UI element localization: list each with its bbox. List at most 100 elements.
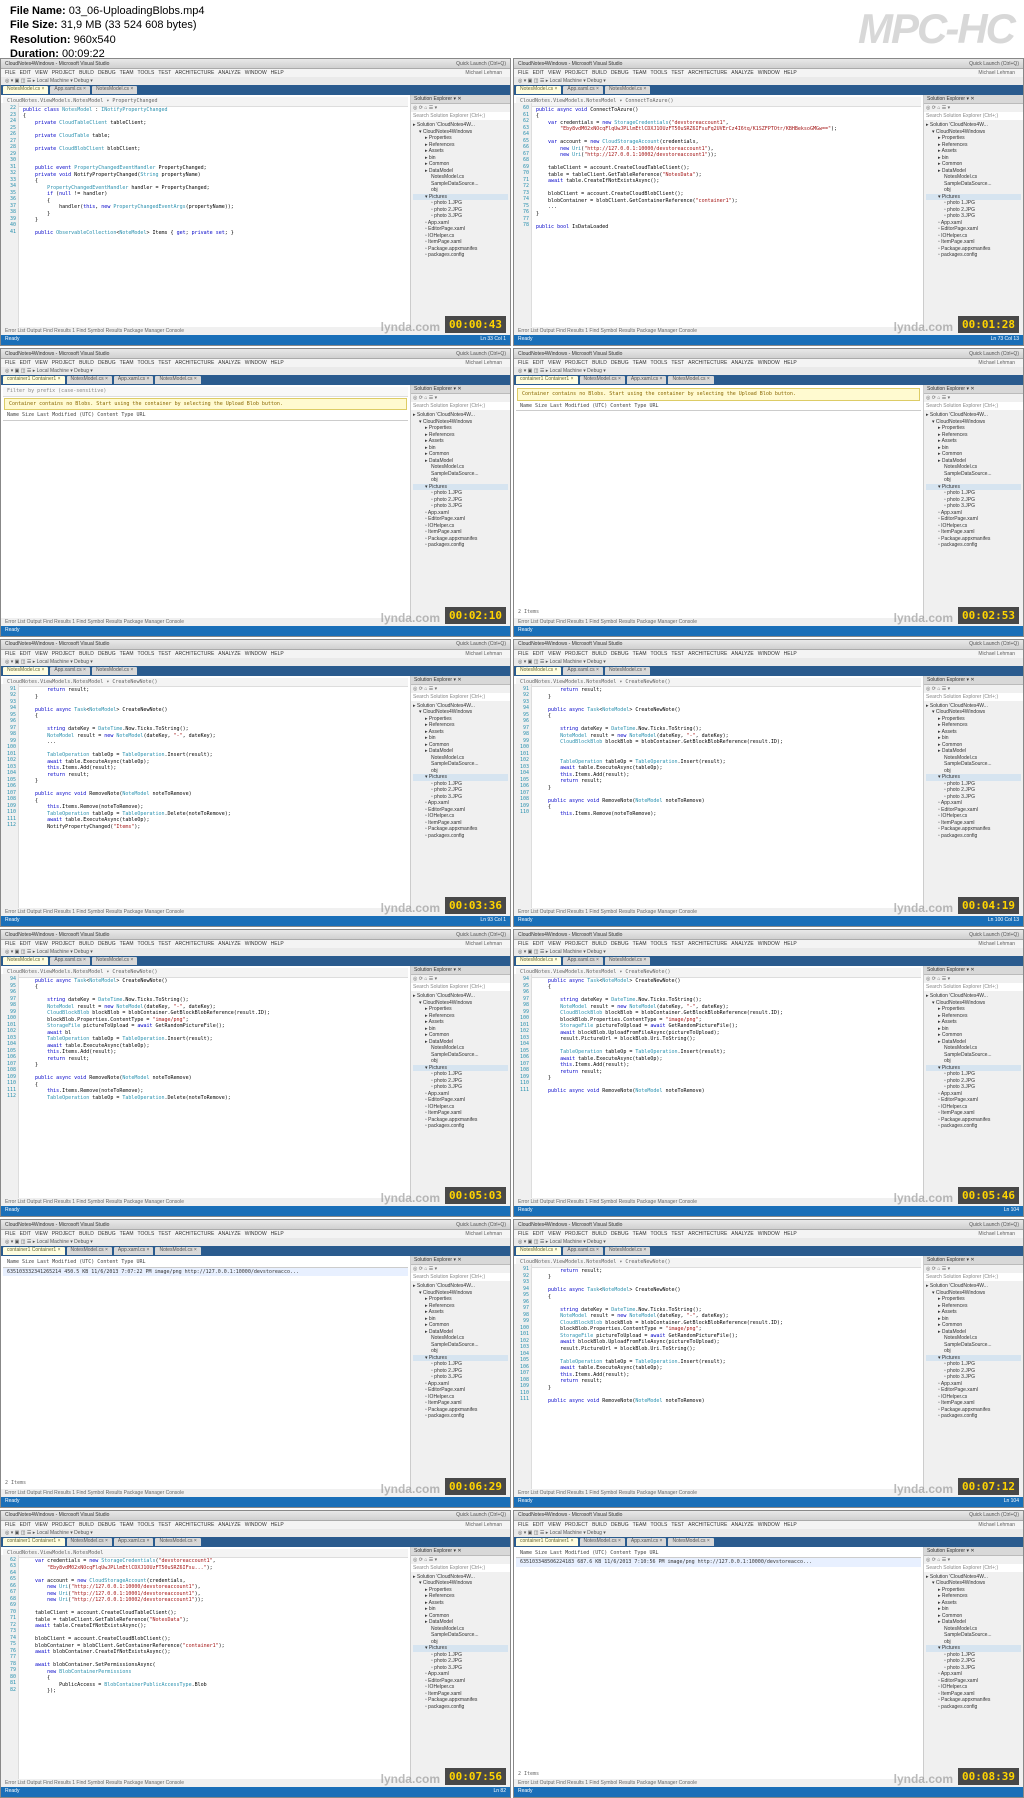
menu-item[interactable]: DEBUG <box>98 70 116 76</box>
menu-item[interactable]: VIEW <box>548 70 561 76</box>
menu-item[interactable]: DEBUG <box>611 70 629 76</box>
solex-search[interactable]: Search Solution Explorer (Ctrl+;) <box>924 1273 1023 1281</box>
solex-toolbar[interactable]: ◎ ⟳ ⌂ ☰ ▾ <box>924 1265 1023 1273</box>
toolbar[interactable]: ◎ ▾ ▣ ◫ ☰ ▸ Local Machine ▾ Debug ▾ <box>1 948 510 956</box>
editor-tab[interactable]: App.xaml.cs × <box>627 1538 667 1546</box>
menubar[interactable]: FILEEDITVIEWPROJECTBUILDDEBUGTEAMTOOLSTE… <box>1 69 510 77</box>
editor-tab[interactable]: NotesModel.cs × <box>605 957 650 965</box>
solex-toolbar[interactable]: ◎ ⟳ ⌂ ☰ ▾ <box>411 685 510 693</box>
editor-tab[interactable]: NotesModel.cs × <box>3 957 48 965</box>
tab-strip[interactable]: NotesModel.cs ×App.xaml.cs ×NotesModel.c… <box>1 666 510 676</box>
menu-item[interactable]: BUILD <box>592 941 607 947</box>
menu-item[interactable]: ARCHITECTURE <box>688 1231 727 1237</box>
menu-item[interactable]: WINDOW <box>758 1522 780 1528</box>
code-content[interactable]: public async Task<NoteModel> CreateNewNo… <box>23 978 408 1102</box>
editor-tab[interactable]: container1 Container1 × <box>3 376 65 384</box>
solex-search[interactable]: Search Solution Explorer (Ctrl+;) <box>411 1564 510 1572</box>
menu-item[interactable]: ARCHITECTURE <box>688 651 727 657</box>
menubar[interactable]: FILEEDITVIEWPROJECTBUILDDEBUGTEAMTOOLSTE… <box>514 359 1023 367</box>
menu-item[interactable]: TEAM <box>120 941 134 947</box>
menu-item[interactable]: TOOLS <box>137 360 154 366</box>
menu-item[interactable]: FILE <box>5 1522 16 1528</box>
menu-item[interactable]: BUILD <box>592 651 607 657</box>
code-editor[interactable]: CloudNotes.ViewModels.NotesModel ▾ Prope… <box>1 95 410 327</box>
code-content[interactable]: return result; } public async Task<NoteM… <box>536 1268 921 1405</box>
editor-tab[interactable]: NotesModel.cs × <box>668 1538 713 1546</box>
menu-item[interactable]: ANALYZE <box>731 941 753 947</box>
menu-item[interactable]: DEBUG <box>611 360 629 366</box>
nav-bar[interactable]: CloudNotes.ViewModels.NotesModel ▾ Creat… <box>516 968 921 978</box>
menu-item[interactable]: ANALYZE <box>218 70 240 76</box>
menubar[interactable]: FILEEDITVIEWPROJECTBUILDDEBUGTEAMTOOLSTE… <box>1 1230 510 1238</box>
menu-item[interactable]: ARCHITECTURE <box>175 360 214 366</box>
menu-item[interactable]: WINDOW <box>245 1231 267 1237</box>
solex-toolbar[interactable]: ◎ ⟳ ⌂ ☰ ▾ <box>411 1556 510 1564</box>
code-editor[interactable]: CloudNotes.ViewModels.NotesModel ▾ Creat… <box>514 676 923 908</box>
menu-item[interactable]: HELP <box>271 70 284 76</box>
menu-item[interactable]: TEAM <box>633 1231 647 1237</box>
solution-explorer[interactable]: Solution Explorer ▾ ✕◎ ⟳ ⌂ ☰ ▾Search Sol… <box>410 1256 510 1488</box>
nav-bar[interactable]: CloudNotes.ViewModels.NotesModel ▾ Creat… <box>3 678 408 688</box>
menu-item[interactable]: TEST <box>671 1522 684 1528</box>
code-content[interactable]: public class NotesModel : INotifyPropert… <box>23 107 408 237</box>
solex-search[interactable]: Search Solution Explorer (Ctrl+;) <box>924 983 1023 991</box>
editor-tab[interactable]: App.xaml.cs × <box>50 86 90 94</box>
menu-item[interactable]: ANALYZE <box>218 1231 240 1237</box>
menu-item[interactable]: PROJECT <box>52 70 75 76</box>
menu-item[interactable]: PROJECT <box>52 941 75 947</box>
menu-item[interactable]: HELP <box>784 941 797 947</box>
menubar[interactable]: FILEEDITVIEWPROJECTBUILDDEBUGTEAMTOOLSTE… <box>514 1230 1023 1238</box>
nav-bar[interactable]: CloudNotes.ViewModels.NotesModel ▾ Creat… <box>516 678 921 688</box>
menu-item[interactable]: FILE <box>518 360 529 366</box>
menu-item[interactable]: TEST <box>671 70 684 76</box>
menu-item[interactable]: TOOLS <box>650 1231 667 1237</box>
editor-tab[interactable]: App.xaml.cs × <box>114 1538 154 1546</box>
code-content[interactable]: var credentials = new StorageCredentials… <box>23 1558 408 1695</box>
editor-tab[interactable]: container1 Container1 × <box>3 1247 65 1255</box>
menu-item[interactable]: EDIT <box>533 1522 544 1528</box>
menu-item[interactable]: TEST <box>671 941 684 947</box>
menu-item[interactable]: FILE <box>518 1522 529 1528</box>
menu-item[interactable]: HELP <box>271 1231 284 1237</box>
solex-search[interactable]: Search Solution Explorer (Ctrl+;) <box>411 112 510 120</box>
nav-bar[interactable]: CloudNotes.ViewModels.NotesModel ▾ Prope… <box>3 97 408 107</box>
menu-item[interactable]: BUILD <box>79 1522 94 1528</box>
menu-item[interactable]: FILE <box>518 70 529 76</box>
menubar[interactable]: FILEEDITVIEWPROJECTBUILDDEBUGTEAMTOOLSTE… <box>514 940 1023 948</box>
toolbar[interactable]: ◎ ▾ ▣ ◫ ☰ ▸ Local Machine ▾ Debug ▾ <box>514 948 1023 956</box>
menu-item[interactable]: FILE <box>5 651 16 657</box>
editor-tab[interactable]: NotesModel.cs × <box>605 86 650 94</box>
editor-tab[interactable]: App.xaml.cs × <box>563 1247 603 1255</box>
code-content[interactable]: return result; } public async Task<NoteM… <box>23 687 408 830</box>
tab-strip[interactable]: NotesModel.cs ×App.xaml.cs ×NotesModel.c… <box>1 85 510 95</box>
tree-item[interactable]: ▫ packages.config <box>413 252 508 259</box>
menu-item[interactable]: TEST <box>671 1231 684 1237</box>
menu-item[interactable]: DEBUG <box>611 651 629 657</box>
tab-strip[interactable]: NotesModel.cs ×App.xaml.cs ×NotesModel.c… <box>514 1246 1023 1256</box>
menu-item[interactable]: ARCHITECTURE <box>688 941 727 947</box>
menu-item[interactable]: EDIT <box>20 941 31 947</box>
menu-item[interactable]: ARCHITECTURE <box>175 651 214 657</box>
editor-tab[interactable]: NotesModel.cs × <box>580 1538 625 1546</box>
menu-item[interactable]: TEAM <box>120 1231 134 1237</box>
menu-item[interactable]: WINDOW <box>758 941 780 947</box>
menu-item[interactable]: EDIT <box>533 70 544 76</box>
code-editor[interactable]: CloudNotes.ViewModels.NotesModel62636465… <box>1 1547 410 1779</box>
blob-viewer[interactable]: Name Size Last Modified (UTC) Content Ty… <box>1 1256 410 1488</box>
menu-item[interactable]: TEAM <box>120 1522 134 1528</box>
solex-toolbar[interactable]: ◎ ⟳ ⌂ ☰ ▾ <box>411 975 510 983</box>
menu-item[interactable]: TOOLS <box>650 70 667 76</box>
editor-tab[interactable]: App.xaml.cs × <box>114 376 154 384</box>
menu-item[interactable]: TEAM <box>120 70 134 76</box>
menu-item[interactable]: PROJECT <box>565 360 588 366</box>
menu-item[interactable]: VIEW <box>548 941 561 947</box>
menu-item[interactable]: WINDOW <box>758 1231 780 1237</box>
menu-item[interactable]: HELP <box>784 1522 797 1528</box>
menu-item[interactable]: VIEW <box>548 1231 561 1237</box>
menu-item[interactable]: TEST <box>158 70 171 76</box>
menu-item[interactable]: HELP <box>271 1522 284 1528</box>
menu-item[interactable]: ANALYZE <box>218 651 240 657</box>
solution-explorer[interactable]: Solution Explorer ▾ ✕◎ ⟳ ⌂ ☰ ▾Search Sol… <box>410 966 510 1198</box>
menu-item[interactable]: TEST <box>158 1522 171 1528</box>
solex-toolbar[interactable]: ◎ ⟳ ⌂ ☰ ▾ <box>924 394 1023 402</box>
